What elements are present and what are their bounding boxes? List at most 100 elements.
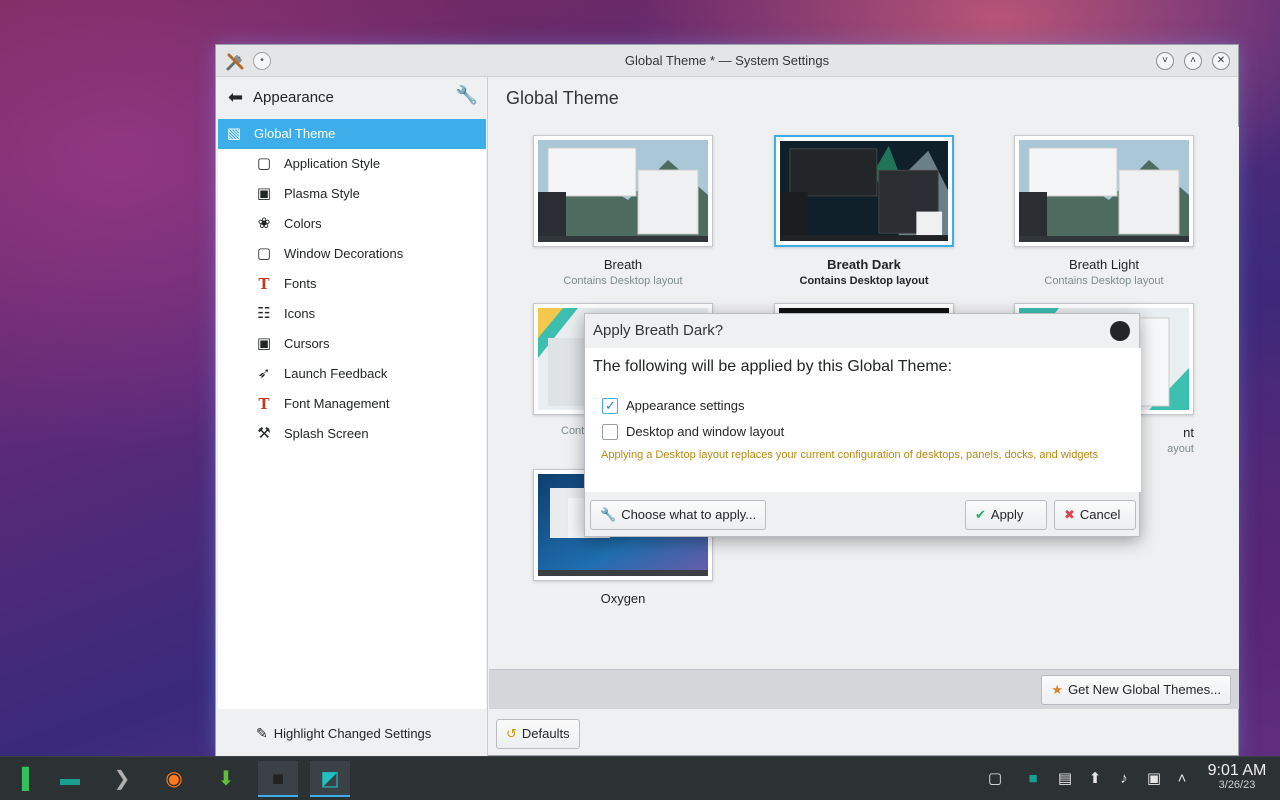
theme-name: Breath xyxy=(603,257,643,272)
sidebar-item-global-theme[interactable]: ▧ Global Theme xyxy=(218,119,486,149)
dialog-body: The following will be applied by this Gl… xyxy=(585,348,1141,492)
clock-time[interactable]: 9:01 AM xyxy=(1202,762,1272,780)
cancel-button[interactable]: ✖ Cancel xyxy=(1054,500,1136,530)
sidebar-item-label: Cursors xyxy=(284,336,330,351)
highlight-label: Highlight Changed Settings xyxy=(273,726,432,741)
theme-preview-image xyxy=(538,140,708,242)
taskbar: ▐ ▬ ❯ ◉ ⬇ ■ ◩ ▢ ■ ▤ ⬆ ♪ ▣ ˄ xyxy=(0,756,1280,800)
page-title: Global Theme xyxy=(506,88,619,108)
colors-icon: ❀ xyxy=(257,215,271,232)
global-theme-icon: ▧ xyxy=(226,125,242,142)
apply-button[interactable]: ✔ Apply xyxy=(965,500,1047,530)
minimize-button[interactable]: ˅ xyxy=(1156,52,1174,70)
sidebar-item-label: Font Management xyxy=(284,396,390,411)
firefox-icon: ◉ xyxy=(165,768,183,790)
theme-tile-breath-light[interactable]: Breath Light Contains Desktop layout xyxy=(1014,135,1194,287)
wrench-icon: 🔧 xyxy=(600,507,617,522)
sidebar-item-cursors[interactable]: ▣ Cursors xyxy=(218,329,486,359)
sidebar-item-label: Fonts xyxy=(284,276,317,291)
cancel-icon: ✖ xyxy=(1064,507,1075,522)
taskbar-software-center[interactable]: ⬇ xyxy=(206,761,246,797)
sidebar-title: Appearance xyxy=(253,89,334,106)
dialog-close-button[interactable] xyxy=(1110,321,1130,341)
download-icon: ⬇ xyxy=(217,768,235,790)
clipboard-icon[interactable]: ▤ xyxy=(1054,768,1076,790)
window-title: Global Theme * — System Settings xyxy=(624,53,830,68)
appearance-settings-checkbox[interactable] xyxy=(602,397,618,414)
chevron-up-icon[interactable]: ˄ xyxy=(1171,768,1193,790)
dialog-titlebar[interactable]: Apply Breath Dark? xyxy=(585,314,1139,348)
sidebar-item-launch-feedback[interactable]: ➶ Launch Feedback xyxy=(218,359,486,389)
fonts-icon: T xyxy=(258,275,270,293)
appearance-settings-option[interactable]: Appearance settings xyxy=(602,397,745,415)
theme-subtitle: Contains Desktop layout xyxy=(1044,275,1164,287)
theme-preview-image xyxy=(1019,140,1189,242)
choose-what-to-apply-button[interactable]: 🔧 Choose what to apply... xyxy=(590,500,767,530)
sidebar-item-colors[interactable]: ❀ Colors xyxy=(218,209,486,239)
window-titlebar[interactable]: • Global Theme * — System Settings ˅ ˄ ✕ xyxy=(216,45,1238,77)
footer-row: ↺ Defaults xyxy=(489,711,1239,757)
network-icon[interactable]: ▣ xyxy=(1143,768,1165,790)
clock-date[interactable]: 3/26/23 xyxy=(1202,779,1272,791)
plasma-style-icon: ▣ xyxy=(256,185,272,202)
theme-name: Breath Dark xyxy=(827,257,901,272)
desktop-layout-checkbox[interactable] xyxy=(602,423,618,440)
sidebar-item-label: Colors xyxy=(284,216,322,231)
sidebar-item-label: Window Decorations xyxy=(284,246,404,261)
icons-icon: ☷ xyxy=(257,305,271,322)
taskbar-file-manager[interactable]: ▬ xyxy=(50,761,90,797)
theme-tile-breath[interactable]: Breath Contains Desktop layout xyxy=(533,135,713,287)
taskbar-konsole[interactable]: ■ xyxy=(258,761,298,797)
highlight-row: ✎ Highlight Changed Settings xyxy=(216,711,488,757)
sidebar-item-splash-screen[interactable]: ⚒ Splash Screen xyxy=(218,419,486,449)
apply-label: Apply xyxy=(990,507,1024,522)
sidebar-item-fonts[interactable]: T Fonts xyxy=(218,269,486,299)
chevron-up-icon: ˄ xyxy=(1190,55,1196,66)
theme-preview[interactable] xyxy=(1014,135,1194,247)
window-decorations-icon: ▢ xyxy=(256,245,272,262)
back-arrow-icon[interactable]: ⬅ xyxy=(228,87,243,108)
taskbar-firefox[interactable]: ◉ xyxy=(154,761,194,797)
pencil-icon: ✎ xyxy=(256,725,268,741)
maximize-button[interactable]: ˄ xyxy=(1184,52,1202,70)
theme-tile-breath-dark[interactable]: Breath Dark Contains Desktop layout xyxy=(774,135,954,287)
font-management-icon: T xyxy=(258,395,270,413)
desktop-layout-option[interactable]: Desktop and window layout xyxy=(602,423,784,441)
theme-name: Oxygen xyxy=(600,591,646,606)
sidebar-item-label: Application Style xyxy=(284,156,381,171)
cursors-icon: ▣ xyxy=(256,335,272,352)
sidebar-item-application-style[interactable]: ▢ Application Style xyxy=(218,149,486,179)
update-icon[interactable]: ⬆ xyxy=(1084,768,1106,790)
close-icon: ✕ xyxy=(1216,55,1226,66)
get-new-themes-button[interactable]: ★ Get New Global Themes... xyxy=(1041,675,1231,705)
layout-warning: Applying a Desktop layout replaces your … xyxy=(601,449,1099,461)
sidebar-item-label: Global Theme xyxy=(254,126,336,141)
reset-icon: ↺ xyxy=(506,726,517,741)
sidebar-item-icons[interactable]: ☷ Icons xyxy=(218,299,486,329)
desktop-icon[interactable]: ▢ xyxy=(984,768,1006,790)
sidebar-item-label: Icons xyxy=(284,306,316,321)
speaker-icon[interactable]: ♪ xyxy=(1113,768,1135,790)
taskbar-app-launcher[interactable]: ▐ xyxy=(2,761,42,797)
highlight-changed-settings-button[interactable]: ✎ Highlight Changed Settings xyxy=(256,725,431,742)
pager-icon[interactable]: ■ xyxy=(1022,768,1044,790)
taskbar-terminal[interactable]: ❯ xyxy=(102,761,142,797)
sidebar-item-font-management[interactable]: T Font Management xyxy=(218,389,486,419)
terminal-icon: ❯ xyxy=(113,768,131,790)
desktop-layout-label: Desktop and window layout xyxy=(626,424,785,439)
theme-preview[interactable] xyxy=(533,135,713,247)
category-list: ▧ Global Theme ▢ Application Style ▣ Plasma S… xyxy=(218,119,486,709)
theme-preview[interactable] xyxy=(774,135,954,247)
check-icon: ✔ xyxy=(975,507,986,522)
defaults-button[interactable]: ↺ Defaults xyxy=(496,719,580,749)
taskbar-system-settings[interactable]: ◩ xyxy=(310,761,350,797)
theme-subtitle: Contains Desktop layout xyxy=(799,275,929,287)
apply-theme-dialog: Apply Breath Dark? The following will be… xyxy=(584,313,1141,537)
sidebar-item-window-decorations[interactable]: ▢ Window Decorations xyxy=(218,239,486,269)
dialog-heading: The following will be applied by this Gl… xyxy=(593,358,953,375)
sidebar-item-plasma-style[interactable]: ▣ Plasma Style xyxy=(218,179,486,209)
wrench-icon[interactable]: 🔧 xyxy=(456,85,478,106)
close-button[interactable]: ✕ xyxy=(1212,52,1230,70)
appearance-settings-label: Appearance settings xyxy=(626,398,745,413)
theme-name: Breath Light xyxy=(1068,257,1140,272)
